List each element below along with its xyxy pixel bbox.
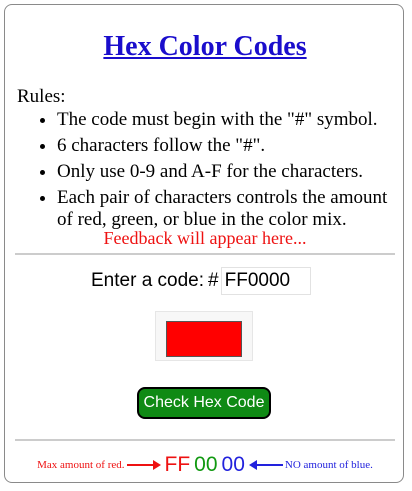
hex-code-input[interactable] (220, 267, 311, 295)
rules-list: The code must begin with the "#" symbol.… (17, 109, 397, 235)
rule-item: Each pair of characters controls the amo… (57, 187, 397, 231)
code-input-label: Enter a code: (91, 270, 205, 291)
red-note: Max amount of red. (37, 459, 125, 471)
hex-pair-legend: Max amount of red. FF 00 00 NO amount of… (5, 451, 405, 479)
feedback-message: Feedback will appear here... (103, 228, 307, 248)
blue-pair: 00 (221, 453, 245, 476)
rule-item: 6 characters follow the "#". (57, 135, 397, 157)
rules-heading: Rules: (17, 86, 66, 107)
green-pair: 00 (194, 453, 218, 476)
color-preview-swatch (166, 321, 242, 357)
code-entry-row: Enter a code: # (91, 265, 311, 297)
rule-item: The code must begin with the "#" symbol. (57, 109, 397, 131)
right-arrow-icon (126, 460, 161, 470)
blue-note: NO amount of blue. (284, 459, 373, 471)
divider (15, 439, 395, 441)
check-hex-code-button[interactable]: Check Hex Code (137, 387, 271, 419)
hex-color-card: Hex Color Codes Rules: The code must beg… (4, 4, 404, 483)
rule-item: Only use 0-9 and A-F for the characters. (57, 161, 397, 183)
color-preview-frame (155, 311, 253, 361)
divider (15, 253, 395, 255)
red-pair: FF (164, 453, 191, 476)
hash-prefix: # (208, 270, 219, 291)
left-arrow-icon (248, 460, 283, 470)
page-title[interactable]: Hex Color Codes (5, 31, 405, 63)
